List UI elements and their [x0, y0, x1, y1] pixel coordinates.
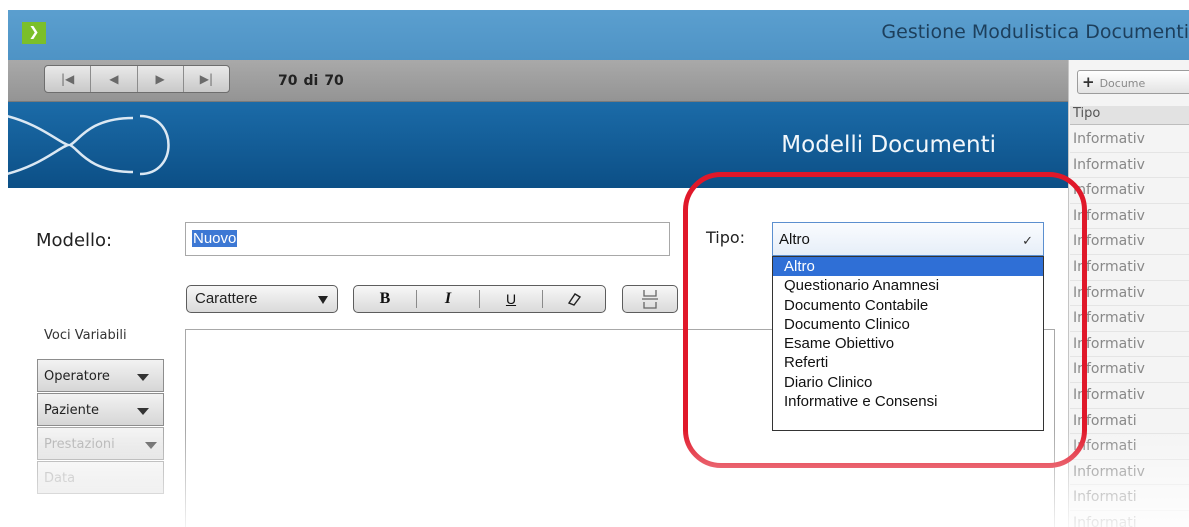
clear-format-button[interactable] — [543, 290, 605, 308]
variables-title: Voci Variabili — [44, 328, 127, 343]
modello-label: Modello: — [36, 230, 113, 251]
documents-list: Informativ Informativ Informativ Informa… — [1070, 127, 1189, 527]
header-banner: Modelli Documenti — [8, 102, 1068, 188]
record-navigation-buttons: |◀ ◀ ▶ ▶| — [44, 65, 230, 93]
app-window: ❯ Gestione Modulistica Documenti |◀ ◀ ▶ … — [0, 0, 1189, 527]
format-toolbar: B I U — [353, 285, 606, 313]
chevron-down-icon — [145, 442, 157, 449]
list-item[interactable]: Informativ — [1070, 383, 1189, 409]
page-break-icon — [642, 290, 658, 309]
next-record-icon: ▶ — [155, 72, 165, 86]
tipo-option[interactable]: Documento Contabile — [773, 296, 1043, 315]
list-item[interactable]: Informativ — [1070, 255, 1189, 281]
list-item[interactable]: Informativ — [1070, 281, 1189, 307]
tipo-option[interactable]: Diario Clinico — [773, 373, 1043, 392]
list-item[interactable]: Informativ — [1070, 332, 1189, 358]
chevron-down-icon — [318, 296, 328, 304]
tipo-label: Tipo: — [706, 228, 746, 247]
paziente-menu-button[interactable]: Paziente — [37, 393, 164, 426]
italic-button[interactable]: I — [417, 290, 480, 308]
list-item[interactable]: Informati — [1070, 409, 1189, 435]
record-counter: 70 di 70 — [278, 73, 344, 89]
title-bar: ❯ Gestione Modulistica Documenti — [8, 10, 1189, 60]
tipo-option[interactable]: Questionario Anamnesi — [773, 276, 1043, 295]
page-break-button[interactable] — [622, 285, 678, 313]
documents-list-panel: + Docume Tipo Informativ Informativ Infor… — [1068, 60, 1189, 527]
chevron-down-icon — [137, 408, 149, 415]
tipo-option[interactable]: Documento Clinico — [773, 315, 1043, 334]
banner-logo-icon — [8, 114, 170, 176]
font-select[interactable]: Carattere — [186, 285, 338, 313]
previous-record-icon: ◀ — [109, 72, 119, 86]
last-record-button[interactable]: ▶| — [184, 66, 229, 92]
list-item[interactable]: Informativ — [1070, 357, 1189, 383]
list-item[interactable]: Informati — [1070, 485, 1189, 511]
next-record-button[interactable]: ▶ — [138, 66, 184, 92]
modello-field[interactable]: Nuovo — [185, 222, 670, 256]
tipo-option[interactable]: Esame Obiettivo — [773, 334, 1043, 353]
list-item[interactable]: Informativ — [1070, 127, 1189, 153]
tipo-dropdown-list: Altro Questionario Anamnesi Documento Co… — [772, 256, 1044, 431]
list-item[interactable]: Informativ — [1070, 229, 1189, 255]
list-item[interactable]: Informativ — [1070, 153, 1189, 179]
list-item[interactable]: Informati — [1070, 511, 1189, 527]
prestazioni-menu-button[interactable]: Prestazioni — [37, 427, 164, 460]
tipo-select[interactable]: Altro ✓ — [772, 222, 1044, 256]
first-record-button[interactable]: |◀ — [45, 66, 92, 92]
list-item[interactable]: Informativ — [1070, 460, 1189, 486]
tipo-option[interactable]: Informative e Consensi — [773, 392, 1043, 411]
last-record-icon: ▶| — [199, 72, 214, 86]
list-item[interactable]: Informativ — [1070, 306, 1189, 332]
underline-button[interactable]: U — [480, 290, 543, 308]
bold-button[interactable]: B — [354, 290, 417, 308]
chevron-down-icon — [137, 374, 149, 381]
plus-icon: + — [1082, 73, 1095, 91]
column-header-tipo[interactable]: Tipo — [1070, 106, 1189, 125]
list-item[interactable]: Informati — [1070, 434, 1189, 460]
data-menu-button[interactable]: Data — [37, 461, 164, 494]
tipo-option[interactable]: Altro — [773, 257, 1043, 277]
tipo-option[interactable]: Referti — [773, 353, 1043, 372]
eraser-icon — [567, 293, 582, 306]
list-item[interactable]: Informativ — [1070, 204, 1189, 230]
window-title: Gestione Modulistica Documenti — [881, 21, 1189, 43]
new-document-button[interactable]: + Docume — [1077, 70, 1189, 94]
chevron-down-icon: ✓ — [1022, 233, 1033, 248]
list-item[interactable]: Informativ — [1070, 178, 1189, 204]
first-record-icon: |◀ — [60, 72, 75, 86]
operatore-menu-button[interactable]: Operatore — [37, 359, 164, 392]
record-navigation-bar: |◀ ◀ ▶ ▶| 70 di 70 — [8, 60, 1068, 102]
previous-record-button[interactable]: ◀ — [91, 66, 138, 92]
page-title: Modelli Documenti — [781, 132, 996, 158]
app-logo-icon: ❯ — [22, 22, 46, 44]
